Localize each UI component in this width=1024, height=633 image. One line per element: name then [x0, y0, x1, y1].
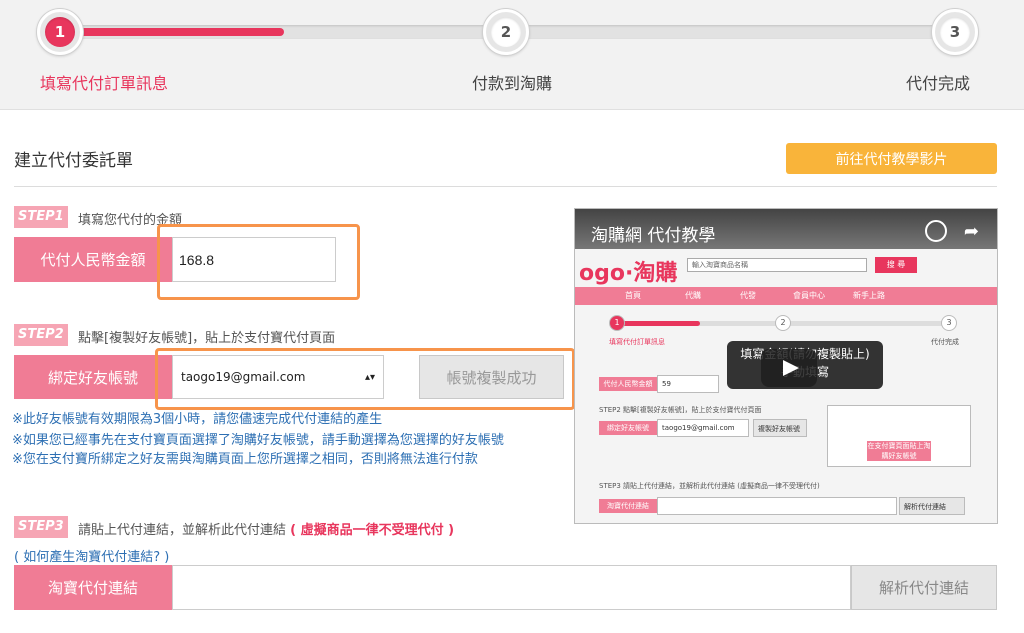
step-1-number: 1 [45, 17, 75, 47]
step-3-label: 代付完成 [906, 74, 971, 93]
step-3-number: 3 [940, 17, 970, 47]
step-1-indicator: 1 [37, 9, 83, 55]
video-link-label: 淘寶代付連結 [599, 499, 657, 513]
play-icon[interactable] [761, 349, 817, 387]
step2-badge: STEP2 [14, 324, 68, 346]
video-confirm-label: 在支付寶頁面貼上淘購好友帳號 [867, 441, 931, 461]
video-account-label: 綁定好友帳號 [599, 421, 657, 435]
watch-later-icon[interactable] [925, 220, 947, 242]
step-2-number: 2 [491, 17, 521, 47]
step3-badge: STEP3 [14, 516, 68, 538]
video-parse-label: 解析代付連結 [899, 497, 965, 515]
video-nav: 首頁 代購 代發 會員中心 新手上路 [575, 287, 997, 305]
step3-text: 請貼上代付連結，並解析此代付連結 [78, 523, 287, 538]
video-step-dot: 3 [941, 315, 957, 331]
howto-link[interactable]: ( 如何產生淘寶代付連結? ) [14, 546, 169, 565]
step-3-indicator: 3 [932, 9, 978, 55]
video-nav-item: 首頁 [625, 291, 641, 300]
video-step2-text: STEP2 點擊[複製好友帳號]，貼上於支付寶代付頁面 [599, 406, 762, 414]
video-title: 淘購網 代付教學 [591, 226, 716, 246]
note-same-friend: ※您在支付寶所綁定之好友需與淘購頁面上您所選擇之相同，否則將無法進行付款 [12, 452, 478, 467]
step-1-label: 填寫代付訂單訊息 [40, 74, 169, 93]
share-icon[interactable]: ➦ [964, 221, 979, 242]
video-copy-label: 複製好友帳號 [753, 419, 807, 437]
video-step1-label: 填寫代付訂單訊息 [609, 338, 665, 346]
progress-bar: 1 2 3 填寫代付訂單訊息 付款到淘購 代付完成 [0, 0, 1024, 110]
video-step3-text: STEP3 請貼上代付連結，並解析此代付連結 (虛擬商品一律不受理代付) [599, 482, 820, 490]
video-nav-item: 代發 [740, 291, 756, 300]
amount-highlight [157, 224, 360, 300]
step-2-label: 付款到淘購 [472, 74, 553, 93]
account-highlight [155, 348, 575, 410]
note-manual-select: ※如果您已經事先在支付寶頁面選擇了淘購好友帳號，請手動選擇為您選擇的好友帳號 [12, 433, 504, 448]
video-step-dot: 2 [775, 315, 791, 331]
virtual-goods-warning: ( 虛擬商品一律不受理代付 ) [290, 523, 455, 538]
account-label: 綁定好友帳號 [14, 355, 172, 399]
video-amount-value: 59 [657, 375, 719, 393]
video-nav-item: 新手上路 [853, 291, 885, 300]
amount-label: 代付人民幣金額 [14, 237, 172, 282]
video-amount-label: 代付人民幣金額 [599, 377, 657, 391]
step1-badge: STEP1 [14, 206, 68, 228]
step2-instruction: 點擊[複製好友帳號]，貼上於支付寶代付頁面 [78, 331, 336, 346]
video-search-box: 輸入淘寶商品名稱 [687, 258, 867, 272]
progress-fill [60, 28, 284, 36]
video-search-button: 搜 尋 [875, 257, 917, 273]
video-logo: ogo·淘購 [579, 261, 678, 286]
tutorial-video-button[interactable]: 前往代付教學影片 [786, 143, 997, 174]
payment-link-input[interactable] [172, 565, 851, 610]
divider [14, 186, 997, 187]
note-expiry: ※此好友帳號有效期限為3個小時，請您儘速完成代付連結的產生 [12, 412, 383, 427]
page-title: 建立代付委託單 [14, 151, 133, 171]
parse-link-button[interactable]: 解析代付連結 [851, 565, 997, 610]
step-2-indicator: 2 [483, 9, 529, 55]
video-link-input [657, 497, 897, 515]
step3-instruction: 請貼上代付連結，並解析此代付連結 ( 虛擬商品一律不受理代付 ) [78, 519, 454, 538]
link-label: 淘寶代付連結 [14, 565, 172, 610]
video-account-value: taogo19@gmail.com [657, 419, 749, 437]
video-step-dot: 1 [609, 315, 625, 331]
video-nav-item: 會員中心 [793, 291, 825, 300]
tutorial-video[interactable]: ogo·淘購 輸入淘寶商品名稱 搜 尋 首頁 代購 代發 會員中心 新手上路 1… [574, 208, 998, 524]
video-nav-item: 代購 [685, 291, 701, 300]
video-step3-label: 代付完成 [931, 338, 959, 346]
video-progress-fill [615, 321, 700, 326]
